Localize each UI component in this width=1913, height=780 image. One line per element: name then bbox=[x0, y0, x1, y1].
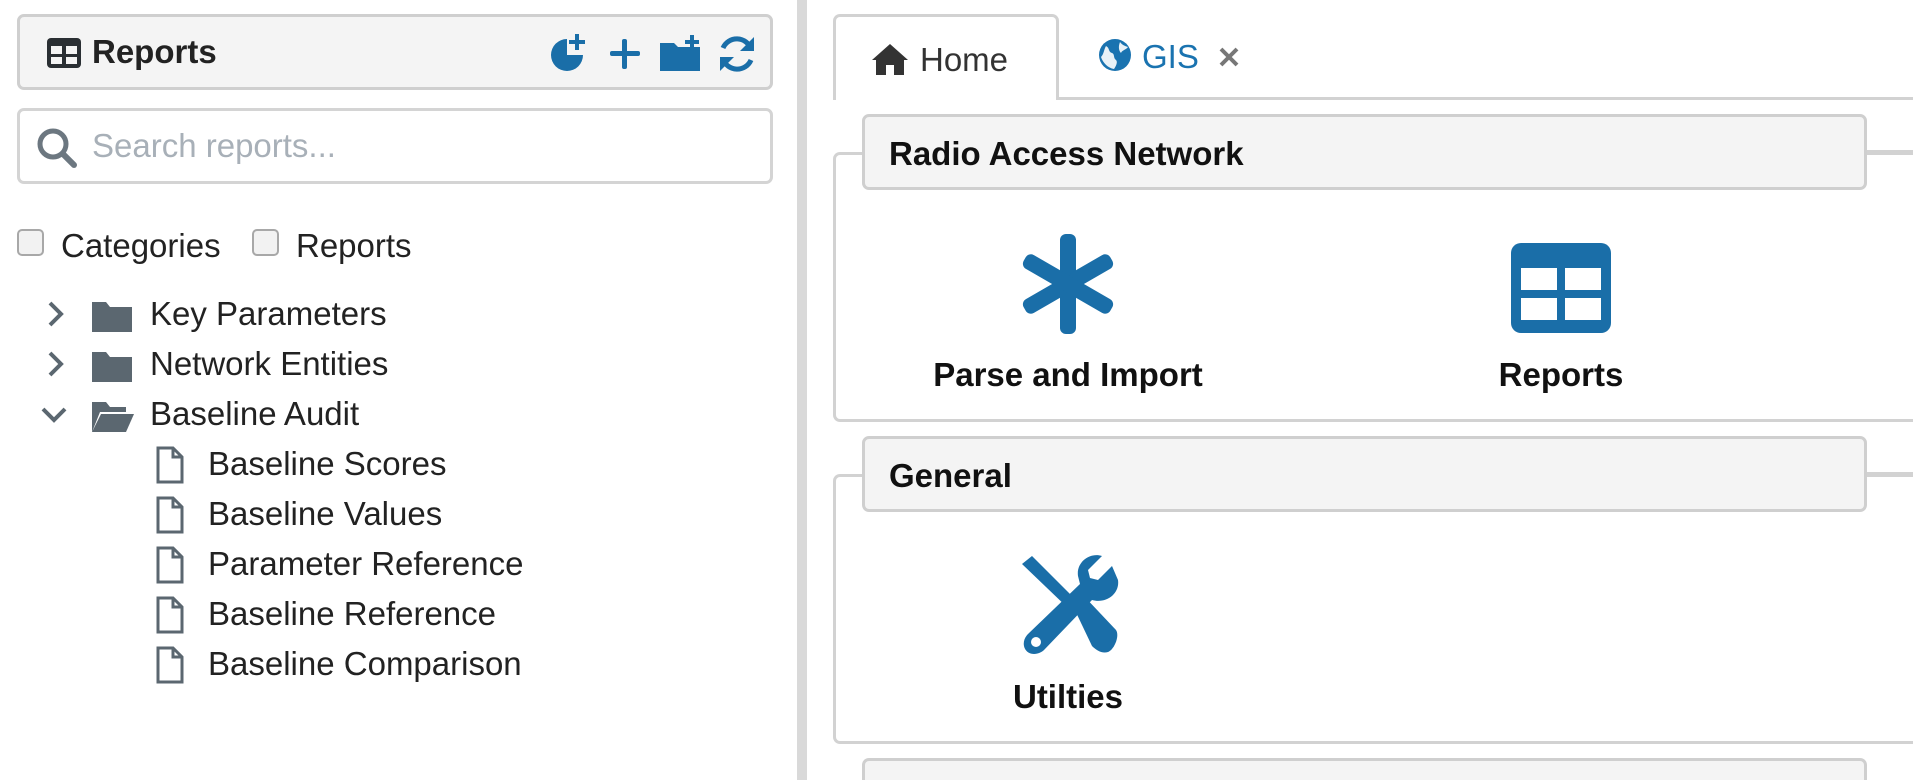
tree-item-label: Key Parameters bbox=[150, 295, 387, 332]
tree-item-label: Baseline Audit bbox=[150, 395, 360, 432]
add-folder-button[interactable] bbox=[658, 31, 704, 77]
tree-item-label: Baseline Scores bbox=[208, 445, 447, 482]
globe-icon bbox=[1099, 39, 1131, 71]
chevron-down-icon[interactable] bbox=[39, 399, 69, 429]
table-icon bbox=[47, 38, 81, 68]
reports-panel-header: Reports bbox=[17, 14, 773, 90]
reports-checkbox-label: Reports bbox=[296, 227, 412, 264]
tree-report-parameter-reference[interactable]: Parameter Reference bbox=[0, 543, 760, 591]
tree-item-label: Parameter Reference bbox=[208, 545, 524, 582]
tree-item-label: Baseline Reference bbox=[208, 595, 497, 632]
tree-item-label: Baseline Values bbox=[208, 495, 443, 532]
tree-report-baseline-values[interactable]: Baseline Values bbox=[0, 493, 760, 541]
file-icon bbox=[156, 596, 184, 634]
add-report-button[interactable] bbox=[602, 31, 648, 77]
home-icon bbox=[872, 44, 908, 75]
folder-icon bbox=[92, 302, 132, 332]
reports-sidebar: Reports Search reports... Categories Rep… bbox=[0, 0, 797, 780]
chevron-right-icon[interactable] bbox=[40, 299, 70, 329]
tile-utilities[interactable]: Utilties bbox=[918, 554, 1218, 734]
tab-gis[interactable]: GIS bbox=[1090, 14, 1270, 97]
tile-label: Reports bbox=[1498, 356, 1624, 393]
section-title: Radio Access Network bbox=[889, 135, 1244, 172]
tab-gis-label: GIS bbox=[1142, 38, 1199, 75]
panel-splitter[interactable] bbox=[797, 0, 807, 780]
section-header: General bbox=[862, 436, 1867, 512]
search-box bbox=[17, 108, 773, 184]
categories-checkbox-label: Categories bbox=[61, 227, 221, 264]
tree-folder-baseline-audit[interactable]: Baseline Audit bbox=[0, 393, 760, 441]
tile-reports[interactable]: Reports bbox=[1411, 232, 1711, 412]
tab-home-label: Home bbox=[920, 41, 1009, 78]
file-icon bbox=[156, 496, 184, 534]
tile-label: Parse and Import bbox=[933, 356, 1203, 393]
file-icon bbox=[156, 646, 184, 684]
section-border bbox=[1867, 472, 1913, 475]
reports-checkbox[interactable] bbox=[252, 229, 279, 256]
file-icon bbox=[156, 446, 184, 484]
section-header: Radio Access Network bbox=[862, 114, 1867, 190]
add-schedule-button[interactable] bbox=[545, 31, 591, 77]
tree-item-label: Baseline Comparison bbox=[208, 645, 522, 682]
tree-report-baseline-scores[interactable]: Baseline Scores bbox=[0, 443, 760, 491]
panel-title: Reports bbox=[92, 33, 217, 70]
refresh-icon bbox=[720, 36, 754, 72]
tools-icon bbox=[1022, 555, 1119, 654]
chevron-right-icon[interactable] bbox=[40, 349, 70, 379]
table-icon bbox=[1511, 243, 1611, 333]
folder-plus-icon bbox=[660, 35, 700, 71]
tree-folder-key-parameters[interactable]: Key Parameters bbox=[0, 293, 760, 341]
refresh-button[interactable] bbox=[714, 31, 760, 77]
section-header-partial bbox=[862, 758, 1867, 780]
folder-open-icon bbox=[92, 402, 134, 432]
add-schedule-icon bbox=[551, 34, 585, 71]
plus-icon bbox=[610, 39, 640, 69]
categories-checkbox[interactable] bbox=[17, 229, 44, 256]
section-border bbox=[1867, 150, 1913, 153]
folder-icon bbox=[92, 352, 132, 382]
tree-report-baseline-reference[interactable]: Baseline Reference bbox=[0, 593, 760, 641]
section-title: General bbox=[889, 457, 1012, 494]
search-input[interactable] bbox=[92, 121, 752, 171]
tab-home[interactable]: Home bbox=[833, 14, 1059, 100]
tile-parse-and-import[interactable]: Parse and Import bbox=[918, 232, 1218, 412]
tile-label: Utilties bbox=[1012, 678, 1124, 715]
tree-folder-network-entities[interactable]: Network Entities bbox=[0, 343, 760, 391]
search-icon bbox=[37, 128, 77, 168]
tree-report-baseline-comparison[interactable]: Baseline Comparison bbox=[0, 643, 760, 691]
tree-item-label: Network Entities bbox=[150, 345, 389, 382]
asterisk-icon bbox=[1022, 234, 1114, 334]
close-icon[interactable] bbox=[1216, 44, 1242, 70]
file-icon bbox=[156, 546, 184, 584]
